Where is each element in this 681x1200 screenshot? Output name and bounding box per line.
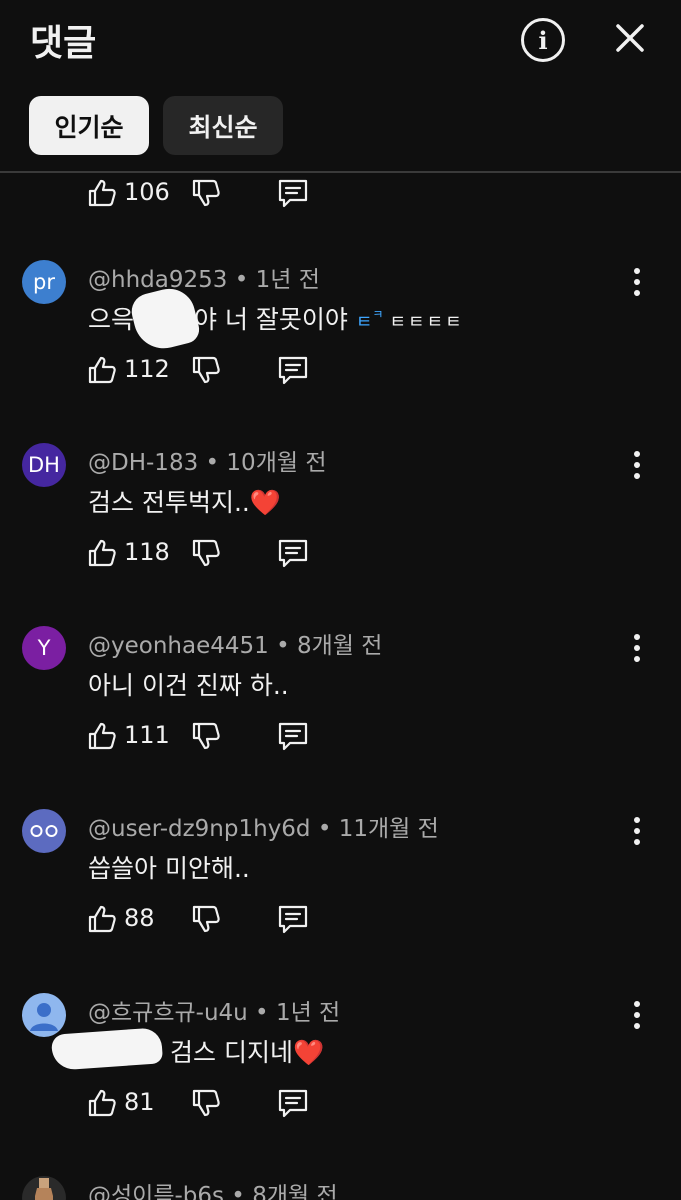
comment-text: 검스 전투벅지..❤️ <box>88 488 281 517</box>
comment-item: DH @DH-183 • 10개월 전 검스 전투벅지..❤️ 118 <box>0 443 681 626</box>
like-count: 118 <box>124 538 170 566</box>
bottle-avatar-icon <box>35 1178 53 1200</box>
more-options-icon[interactable] <box>624 995 650 1035</box>
comment-item: Y @yeonhae4451 • 8개월 전 아니 이건 진짜 하.. 111 <box>0 626 681 809</box>
redaction-scribble <box>50 1027 164 1071</box>
comment-meta: @흐규흐규-u4u • 1년 전 <box>88 1000 341 1026</box>
comment-item: pr @hhda9253 • 1년 전 으윽 야 너 잘못이야 ㅌㅋ ㅌㅌㅌㅌ 11… <box>0 260 681 443</box>
heart-emoji: ❤️ <box>249 488 281 517</box>
reply-icon[interactable] <box>276 903 310 935</box>
reply-icon[interactable] <box>276 354 310 386</box>
reply-icon[interactable] <box>276 177 310 209</box>
comment-meta: @성이름-b6s • 8개월 전 <box>88 1176 338 1200</box>
comment-item: @흐규흐규-u4u • 1년 전 검스 디지네❤️ 81 <box>0 993 681 1176</box>
comment-actions: 88 <box>86 903 346 943</box>
comment-time: 11개월 전 <box>338 816 439 842</box>
comment-actions: 112 <box>86 354 346 394</box>
comment-text: 아니 이건 진짜 하.. <box>88 671 289 700</box>
default-avatar-icon <box>30 1003 58 1031</box>
more-options-icon[interactable] <box>624 811 650 851</box>
more-options-icon[interactable] <box>624 628 650 668</box>
like-icon[interactable] <box>86 1087 118 1119</box>
comment-text: 씁쓸아 미안해.. <box>88 854 250 883</box>
avatar[interactable]: DH <box>22 443 66 487</box>
avatar[interactable]: Y <box>22 626 66 670</box>
author-handle[interactable]: @성이름-b6s <box>88 1183 224 1200</box>
like-icon[interactable] <box>86 537 118 569</box>
comment-actions: 106 <box>86 177 346 217</box>
avatar[interactable] <box>22 809 66 853</box>
comment-time: 10개월 전 <box>226 450 327 476</box>
like-icon[interactable] <box>86 354 118 386</box>
dislike-icon[interactable] <box>190 537 222 569</box>
close-icon[interactable] <box>608 16 652 60</box>
author-handle[interactable]: @DH-183 <box>88 450 198 476</box>
comment-actions: 81 <box>86 1087 346 1127</box>
like-count: 88 <box>124 904 155 932</box>
comments-header: 댓글 i <box>0 0 681 80</box>
dislike-icon[interactable] <box>190 720 222 752</box>
more-options-icon[interactable] <box>624 445 650 485</box>
dislike-icon[interactable] <box>190 1087 222 1119</box>
reply-icon[interactable] <box>276 537 310 569</box>
comment-actions: 111 <box>86 720 346 760</box>
avatar[interactable] <box>22 1176 66 1200</box>
sort-chips: 인기순 최신순 <box>0 96 681 156</box>
tab-newest[interactable]: 최신순 <box>163 96 283 155</box>
header-divider <box>0 171 681 173</box>
dislike-icon[interactable] <box>190 354 222 386</box>
avatar-glasses-icon <box>30 825 58 837</box>
author-handle[interactable]: @yeonhae4451 <box>88 633 269 659</box>
tab-popular[interactable]: 인기순 <box>29 96 149 155</box>
dislike-icon[interactable] <box>190 903 222 935</box>
panel-title: 댓글 <box>30 23 97 64</box>
like-count: 81 <box>124 1088 155 1116</box>
like-icon[interactable] <box>86 720 118 752</box>
comment-item: @user-dz9np1hy6d • 11개월 전 씁쓸아 미안해.. 88 <box>0 809 681 992</box>
comment-actions: 118 <box>86 537 346 577</box>
comment-meta: @DH-183 • 10개월 전 <box>88 450 327 476</box>
redaction-scribble <box>127 283 203 355</box>
comment-item: @성이름-b6s • 8개월 전 <box>0 1176 681 1200</box>
comment-time: 1년 전 <box>255 267 320 293</box>
comment-meta: @yeonhae4451 • 8개월 전 <box>88 633 383 659</box>
heart-emoji: ❤️ <box>292 1038 325 1067</box>
like-icon[interactable] <box>86 903 118 935</box>
comment-time: 1년 전 <box>275 1000 341 1026</box>
like-count: 106 <box>124 178 170 206</box>
comment-time: 8개월 전 <box>296 633 383 659</box>
avatar[interactable]: pr <box>22 260 66 304</box>
more-options-icon[interactable] <box>624 262 650 302</box>
reply-icon[interactable] <box>276 720 310 752</box>
comment-meta: @user-dz9np1hy6d • 11개월 전 <box>88 816 439 842</box>
author-handle[interactable]: @hhda9253 <box>88 267 227 293</box>
dislike-icon[interactable] <box>190 177 222 209</box>
comment-text: 검스 디지네❤️ <box>170 1038 325 1067</box>
like-icon[interactable] <box>86 177 118 209</box>
reply-icon[interactable] <box>276 1087 310 1119</box>
like-count: 111 <box>124 721 170 749</box>
comment-time: 8개월 전 <box>252 1183 338 1200</box>
comment-meta: @hhda9253 • 1년 전 <box>88 267 320 293</box>
info-icon[interactable]: i <box>521 18 565 62</box>
like-count: 112 <box>124 355 170 383</box>
author-handle[interactable]: @흐규흐규-u4u <box>88 1000 248 1026</box>
avatar[interactable] <box>22 993 66 1037</box>
author-handle[interactable]: @user-dz9np1hy6d <box>88 816 311 842</box>
